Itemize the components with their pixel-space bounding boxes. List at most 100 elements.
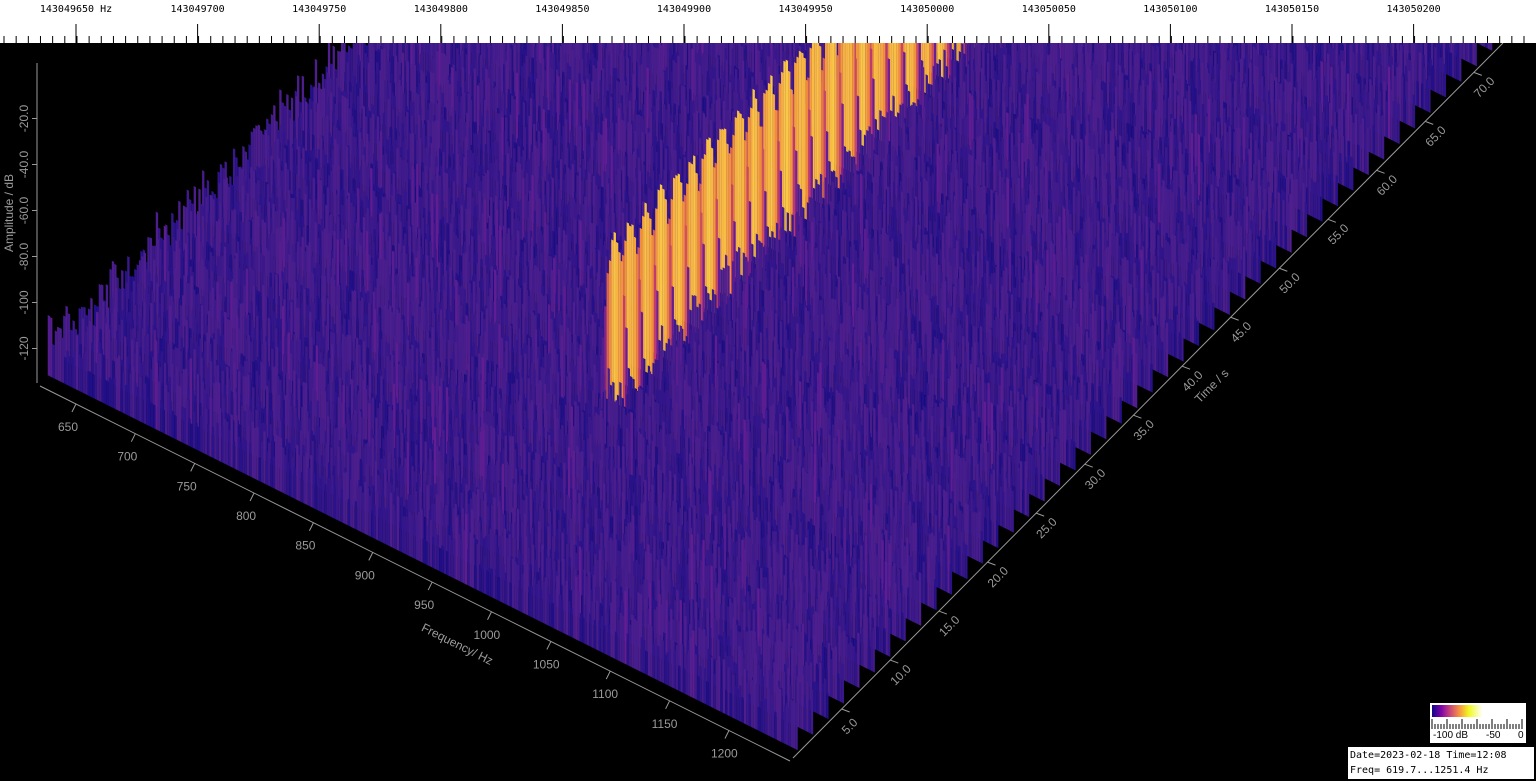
spectrum-bin: [1354, 113, 1358, 170]
spectrum-bin: [1341, 135, 1344, 186]
spectrum-bin: [1438, 56, 1442, 96]
spectrum-bin: [1387, 66, 1391, 140]
spectrum-bin: [1405, 81, 1409, 125]
spectrum-bin: [1235, 127, 1239, 180]
spectrum-bin: [1456, 51, 1460, 81]
spectrum-bin: [1127, 87, 1131, 126]
ruler-label: 143050150: [1265, 4, 1319, 15]
spectrum-bin: [1203, 135, 1207, 187]
spectrum-bin: [1480, 43, 1483, 47]
spectrum-bin: [1489, 43, 1493, 51]
spectrum-bin: [1277, 43, 1281, 85]
ruler-svg: 143049650 Hz 143049700 143049750 143049800 1…: [3, 4, 1525, 43]
spectrum-bin: [1346, 161, 1349, 189]
spectrum-bin: [1469, 43, 1473, 64]
spectrum-bin: [1431, 65, 1435, 92]
spectrum-bin: [1361, 117, 1365, 173]
spectrum-bin: [1465, 43, 1468, 62]
spectrum-bin: [1284, 130, 1287, 181]
spectrum-bin: [1206, 143, 1209, 189]
spectrum-bin: [1231, 96, 1234, 131]
spectrum-bin: [1348, 155, 1352, 190]
spectrum-bin: [1149, 70, 1152, 137]
spectrum-bin: [1487, 43, 1490, 50]
spectrum-bin: [1308, 168, 1311, 216]
ruler-label: 143049650 Hz: [40, 4, 112, 15]
spectrum-bin: [1212, 125, 1215, 168]
spectrum-bin: [1372, 124, 1375, 155]
spectrum-bin: [1472, 43, 1475, 66]
spectrum-bin: [1228, 125, 1232, 177]
ruler-label: 143050000: [900, 4, 954, 15]
spectrum-bin: [1452, 43, 1455, 79]
spectrum-bin: [1423, 66, 1426, 111]
spectrum-bin: [1401, 76, 1404, 123]
spectrum-bin: [1262, 208, 1265, 263]
spectrum-bin: [1173, 133, 1176, 172]
spectrum-bin: [1381, 114, 1385, 160]
spectrum-bin: [1185, 43, 1189, 85]
ruler-label: 143049700: [171, 4, 225, 15]
spectrum-bin: [1421, 82, 1424, 110]
spectrum-bin: [1114, 86, 1118, 143]
spectrum-bin: [1482, 43, 1486, 48]
spectrum-bin: [1359, 122, 1362, 172]
spectrum-bin: [1281, 130, 1285, 180]
spectrum-bin: [1293, 179, 1296, 232]
spectrum-bin: [1146, 84, 1150, 136]
spectrum-bin: [1416, 80, 1419, 108]
spectrum-bin: [1279, 217, 1283, 249]
spectrum-bin: [1428, 75, 1431, 113]
ruler-label: 143049800: [414, 4, 468, 15]
spectrum-bin: [1385, 100, 1388, 139]
spectrum-bin: [1447, 46, 1450, 76]
spectrum-bin: [1351, 156, 1354, 191]
spectrum-bin: [1410, 79, 1413, 128]
spectrum-bin: [1269, 239, 1272, 267]
spectrum-bin: [1459, 43, 1462, 82]
spectrum-bin: [1121, 104, 1125, 146]
spectrum-bin: [1273, 235, 1277, 269]
spectrum-bin: [1173, 72, 1177, 126]
spectrum-bin: [1379, 115, 1382, 159]
spectrum-bin: [1289, 81, 1292, 137]
spectrum-bin: [1418, 51, 1422, 109]
spectrum-bin: [1436, 57, 1439, 94]
spectrum-bin: [1343, 155, 1347, 188]
ruler-label: 143049750: [292, 4, 346, 15]
spectrum-bin: [1321, 172, 1324, 200]
spectrum-bin: [1130, 92, 1133, 127]
spectrum-bin: [1282, 199, 1285, 250]
waterfall-surface: [47, 43, 1493, 751]
spectrum-bin: [1186, 111, 1189, 155]
spectrum-bin: [1449, 52, 1453, 78]
spectrum-bin: [1333, 151, 1336, 206]
spectrum-bin: [1454, 44, 1457, 80]
spectrum-bin: [1317, 182, 1321, 221]
spectrum-bin: [1277, 191, 1280, 247]
spectrum-bin: [1408, 70, 1411, 127]
ruler-label: 143049850: [535, 4, 589, 15]
spectrum-bin: [1349, 44, 1352, 97]
spectrum-bin: [1266, 228, 1270, 265]
spectrum-bin: [1031, 80, 1034, 124]
spectrum-bin: [1302, 182, 1305, 237]
spectrum-bin: [1370, 105, 1373, 154]
spectrum-bin: [1320, 196, 1323, 222]
ruler-label: 143049950: [779, 4, 833, 15]
ruler-label: 143050100: [1143, 4, 1197, 15]
spectrum-bin: [1377, 104, 1380, 158]
spectrum-bin: [1223, 50, 1226, 104]
ruler-label: 143050050: [1022, 4, 1076, 15]
spectrum-bin: [1403, 95, 1406, 124]
spectrum-bin: [1144, 101, 1147, 134]
spectrum-bin: [1310, 178, 1314, 218]
spectrum-bin: [1374, 112, 1378, 157]
spectrum-bin: [1357, 144, 1360, 171]
spectrum-bin: [1425, 78, 1429, 112]
spectrum-bin: [1289, 193, 1292, 253]
spectrum-bin: [1297, 209, 1301, 234]
spectrum-bin: [1300, 192, 1303, 235]
ruler-label: 143050200: [1387, 4, 1441, 15]
spectrum-bin: [1443, 63, 1446, 98]
